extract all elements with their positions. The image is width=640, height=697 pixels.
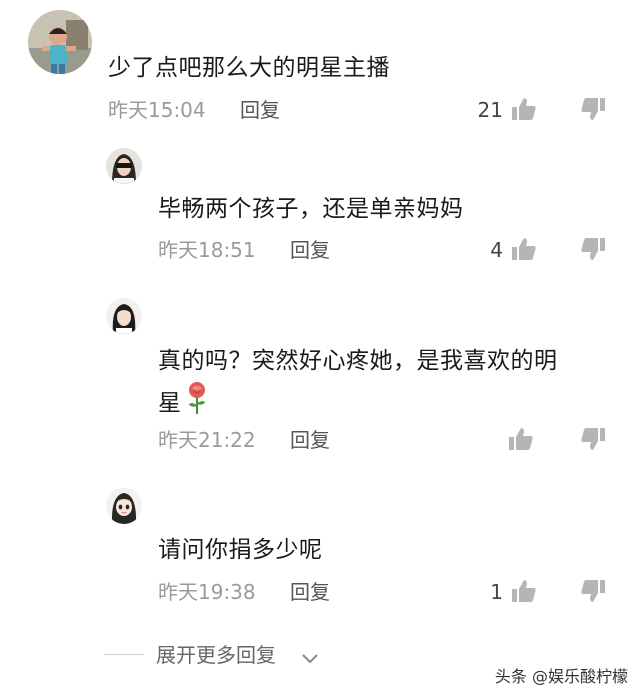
comment-text: 请问你捐多少呢	[158, 537, 323, 563]
reply-button[interactable]: 回复	[290, 577, 330, 607]
user-avatar[interactable]	[106, 148, 142, 184]
reply-button[interactable]: 回复	[240, 95, 280, 125]
comment-item: 少了点吧那么大的明星主播 昨天15:04 回复 21	[0, 0, 640, 140]
comment-text: 毕畅两个孩子，还是单亲妈妈	[158, 196, 464, 222]
comment-meta: 昨天21:22 回复	[158, 425, 608, 455]
comment-time: 昨天18:51	[158, 238, 256, 262]
thumbs-up-icon[interactable]	[511, 236, 537, 262]
comment-time: 昨天19:38	[158, 580, 256, 604]
thumbs-down-icon[interactable]	[580, 96, 606, 122]
comment-text-line2-text: 星	[158, 390, 182, 417]
divider-line	[104, 654, 144, 655]
rose-emoji	[184, 381, 210, 427]
reply-button[interactable]: 回复	[290, 235, 330, 265]
comment-text-line1: 真的吗？突然好心疼她，是我喜欢的明	[158, 348, 558, 374]
reply-item: 真的吗？突然好心疼她，是我喜欢的明 星 昨天21:22 回复	[0, 290, 640, 480]
comment-meta: 昨天19:38 回复 1	[158, 577, 608, 607]
thumbs-down-icon[interactable]	[580, 578, 606, 604]
thumbs-down-icon[interactable]	[580, 236, 606, 262]
expand-label[interactable]: 展开更多回复	[156, 640, 276, 670]
like-count: 1	[490, 580, 503, 604]
like-count: 21	[477, 98, 503, 122]
thumbs-up-icon[interactable]	[511, 96, 537, 122]
reply-item: 请问你捐多少呢 昨天19:38 回复 1	[0, 480, 640, 630]
comment-text: 少了点吧那么大的明星主播	[108, 55, 390, 81]
comment-meta: 昨天15:04 回复 21	[108, 95, 608, 125]
comment-time: 昨天15:04	[108, 98, 206, 122]
thumbs-up-icon[interactable]	[508, 426, 534, 452]
thumbs-down-icon[interactable]	[580, 426, 606, 452]
user-avatar[interactable]	[28, 10, 92, 74]
user-avatar[interactable]	[106, 488, 142, 524]
like-count: 4	[490, 238, 503, 262]
reply-button[interactable]: 回复	[290, 425, 330, 455]
watermark: 头条 @娱乐酸柠檬	[494, 667, 628, 686]
comment-meta: 昨天18:51 回复 4	[158, 235, 608, 265]
reply-item: 毕畅两个孩子，还是单亲妈妈 昨天18:51 回复 4	[0, 140, 640, 290]
user-avatar[interactable]	[106, 298, 142, 334]
comment-time: 昨天21:22	[158, 428, 256, 452]
thumbs-up-icon[interactable]	[511, 578, 537, 604]
comment-text-line2: 星	[158, 381, 210, 427]
chevron-down-icon[interactable]	[300, 646, 320, 666]
